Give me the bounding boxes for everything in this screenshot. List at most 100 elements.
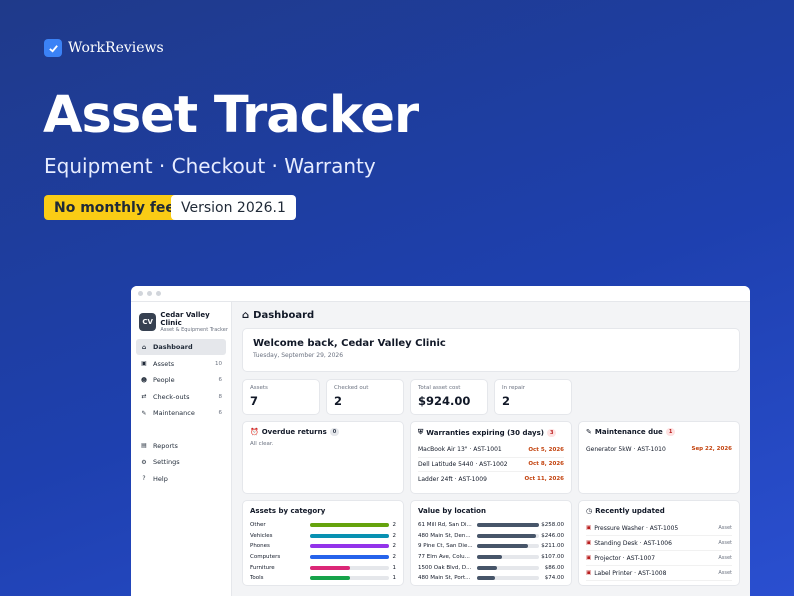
recent-row[interactable]: ▣ Label Printer · AST-1008 Asset [586,566,732,581]
warranty-asset: MacBook Air 13" · AST-1001 [418,446,502,454]
sidebar-item-assets[interactable]: ▣ Assets 10 [136,356,226,372]
home-icon: ⌂ [141,343,147,351]
warranty-row[interactable]: Ladder 24ft · AST-1009 Oct 11, 2026 [418,472,564,487]
sidebar: CV Cedar Valley Clinic Asset & Equipment… [131,302,232,596]
overdue-title: Overdue returns [261,428,327,436]
sidebar-item-count: 6 [218,377,223,383]
welcome-date: Tuesday, September 29, 2026 [253,352,344,359]
categories-bar-track [310,533,389,538]
sidebar-item-check-outs[interactable]: ⇄ Check-outs 8 [136,389,226,405]
locations-value: $74.00 [544,575,564,582]
categories-label: Other [250,522,266,529]
locations-label: 480 Main St, Port... [418,575,471,582]
recent-row[interactable]: ▣ Pressure Washer · AST-1005 Asset [586,521,732,536]
welcome-card: Welcome back, Cedar Valley Clinic Tuesda… [242,328,740,372]
categories-bar-track [310,576,389,581]
stat-value: 7 [250,394,259,408]
locations-row: 480 Main St, Port... $74.00 [418,573,564,584]
warranty-date: Oct 11, 2026 [524,476,564,483]
home-icon: ⌂ [242,310,250,321]
maintenance-row[interactable]: Generator 5kW · AST-1010 Sep 22, 2026 [586,442,732,457]
toolbox-icon: ▣ [141,360,147,367]
sidebar-item-help[interactable]: ? Help [136,471,226,487]
sidebar-item-label: Assets [153,359,175,368]
brand-logo: WorkReviews [44,39,164,57]
recent-asset: Pressure Washer · AST-1005 [594,524,679,532]
window-dot-maximize[interactable] [156,291,161,296]
warranty-row[interactable]: MacBook Air 13" · AST-1001 Oct 5, 2026 [418,443,564,458]
locations-value: $211.00 [541,543,564,550]
locations-bar-track [477,544,539,549]
org-avatar: CV [139,313,157,331]
window-dot-minimize[interactable] [147,291,152,296]
sidebar-item-reports[interactable]: ▤ Reports [136,438,226,454]
recent-row[interactable]: ▣ Projector · AST-1007 Asset [586,551,732,566]
sidebar-item-people[interactable]: ☻ People 6 [136,372,226,388]
question-icon: ? [142,475,146,482]
locations-bar-track [477,533,539,538]
nav-primary: ⌂ Dashboard ▣ Assets 10 ☻ People 6 ⇄ Check-outs 8 ✎… [131,339,231,421]
category-title: Assets by category [250,507,326,515]
overdue-card: ⏰ Overdue returns 0 All clear. [242,421,404,494]
sidebar-item-count: 6 [218,410,223,416]
recent-asset: Standing Desk · AST-1006 [594,539,672,547]
warranty-date: Oct 5, 2026 [528,446,564,453]
categories-label: Furniture [250,564,275,571]
locations-value: $258.00 [541,522,564,529]
recent-row[interactable]: ▣ Standing Desk · AST-1006 Asset [586,536,732,551]
stat-value: 2 [334,394,343,408]
sidebar-item-label: Settings [153,458,180,466]
stat-value: $924.00 [418,394,471,408]
locations-bar-fill [477,555,503,560]
checkmark-icon [44,39,62,57]
locations-value: $86.00 [544,564,564,571]
sidebar-item-count: 8 [218,393,223,400]
toolbox-icon: ▣ [586,555,592,561]
hero-subtitle: Equipment · Checkout · Warranty [44,154,376,178]
recent-asset: Projector · AST-1007 [594,554,656,562]
recent-title: Recently updated [595,507,665,515]
locations-label: 77 Elm Ave, Colu... [418,554,470,561]
categories-bar-track [310,555,389,560]
page-title: ⌂ Dashboard [242,310,740,321]
locations-row: 9 Pine Ct, San Die... $211.00 [418,541,564,552]
warranty-row[interactable]: Dell Latitude 5440 · AST-1002 Oct 8, 2026 [418,458,564,472]
wrench-icon: ✎ [586,428,592,436]
brand-name: WorkReviews [68,40,164,56]
warranty-asset: Dell Latitude 5440 · AST-1002 [418,460,508,468]
stat-label: Total asset cost [418,385,461,391]
warranties-count-badge: 3 [546,428,557,437]
main-content: ⌂ Dashboard Welcome back, Cedar Valley C… [242,302,740,596]
categories-bar-fill [310,565,350,570]
org-name: Cedar Valley Clinic [160,311,210,327]
sidebar-item-maintenance[interactable]: ✎ Maintenance 6 [136,405,226,421]
wrench-icon: ✎ [141,409,147,417]
location-card: Value by location 61 Mill Rd, San Di... $… [410,500,572,586]
sidebar-item-label: Check-outs [153,392,190,401]
categories-row: Phones 2 [250,541,396,552]
sidebar-item-dashboard[interactable]: ⌂ Dashboard [136,339,226,355]
locations-label: 61 Mill Rd, San Di... [418,522,472,529]
window-dot-close[interactable] [138,291,143,296]
locations-value: $107.00 [541,554,564,561]
categories-row: Tools 1 [250,573,396,584]
categories-bar-track [310,544,389,549]
org-subtitle: Asset & Equipment Tracker [160,327,228,333]
alarm-clock-icon: ⏰ [250,428,259,436]
categories-value: 2 [392,543,397,550]
sidebar-item-label: People [153,376,175,384]
location-title: Value by location [418,507,486,515]
sidebar-item-settings[interactable]: ⚙ Settings [136,454,226,470]
warranty-asset: Ladder 24ft · AST-1009 [418,475,487,483]
categories-bar-fill [310,544,389,549]
locations-bar-fill [477,523,539,528]
categories-row: Other 2 [250,520,396,531]
categories-label: Computers [250,554,281,561]
sidebar-item-count: 10 [215,360,222,367]
maintenance-title: Maintenance due [594,428,663,436]
app-window: CV Cedar Valley Clinic Asset & Equipment… [131,286,750,596]
page-title-text: Dashboard [253,310,315,321]
toolbox-icon: ▣ [586,570,592,576]
stat-label: In repair [502,385,526,391]
warranties-title: Warranties expiring (30 days) [426,428,544,437]
